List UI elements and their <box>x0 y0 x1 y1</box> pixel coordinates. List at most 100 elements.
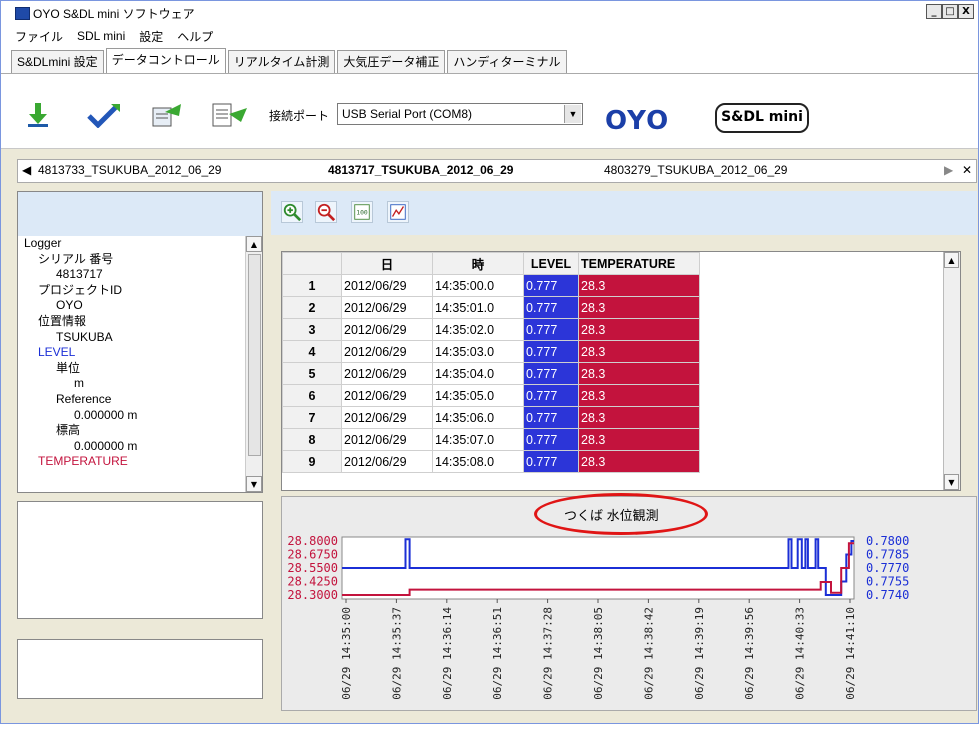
tree-item-temperature[interactable]: TEMPERATURE <box>24 454 137 470</box>
tab-realtime[interactable]: リアルタイム計測 <box>227 50 336 73</box>
minimize-button[interactable]: _ <box>926 4 942 19</box>
row-number[interactable]: 7 <box>282 406 342 429</box>
cell-level[interactable]: 0.777 <box>523 406 579 429</box>
tree-item[interactable]: m <box>24 376 137 392</box>
cell-date[interactable]: 2012/06/29 <box>341 274 433 297</box>
chevron-down-icon[interactable]: ▼ <box>564 105 581 123</box>
cell-time[interactable]: 14:35:01.0 <box>432 296 524 319</box>
tree-item-level[interactable]: LEVEL <box>24 345 137 361</box>
tree-item[interactable]: プロジェクトID <box>24 283 137 299</box>
cell-date[interactable]: 2012/06/29 <box>341 362 433 385</box>
row-number[interactable]: 6 <box>282 384 342 407</box>
row-number[interactable]: 3 <box>282 318 342 341</box>
file-tab-3[interactable]: 4803279_TSUKUBA_2012_06_29 <box>604 163 787 177</box>
cell-date[interactable]: 2012/06/29 <box>341 340 433 363</box>
table-row[interactable]: 7 2012/06/29 14:35:06.0 0.777 28.3 <box>282 406 700 429</box>
tree-item[interactable]: 0.000000 m <box>24 439 137 455</box>
tab-handy-terminal[interactable]: ハンディターミナル <box>447 50 567 73</box>
column-header-level[interactable]: LEVEL <box>523 252 579 275</box>
grid-scrollbar[interactable]: ▲ ▼ <box>943 252 960 490</box>
cell-temperature[interactable]: 28.3 <box>578 428 700 451</box>
tree-item[interactable]: TSUKUBA <box>24 330 137 346</box>
cell-time[interactable]: 14:35:03.0 <box>432 340 524 363</box>
scroll-up-icon[interactable]: ▲ <box>944 252 959 268</box>
export-icon[interactable] <box>211 102 251 128</box>
row-number[interactable]: 1 <box>282 274 342 297</box>
zoom-out-icon[interactable] <box>315 201 337 223</box>
cell-level[interactable]: 0.777 <box>523 450 579 473</box>
tab-scroll-left-icon[interactable]: ◀ <box>22 163 31 177</box>
file-tab-1[interactable]: 4813733_TSUKUBA_2012_06_29 <box>38 163 221 177</box>
table-row[interactable]: 3 2012/06/29 14:35:02.0 0.777 28.3 <box>282 318 700 341</box>
table-row[interactable]: 8 2012/06/29 14:35:07.0 0.777 28.3 <box>282 428 700 451</box>
cell-temperature[interactable]: 28.3 <box>578 450 700 473</box>
table-row[interactable]: 2 2012/06/29 14:35:01.0 0.777 28.3 <box>282 296 700 319</box>
zoom-100-icon[interactable]: 100 <box>351 201 373 223</box>
cell-level[interactable]: 0.777 <box>523 428 579 451</box>
check-arrow-icon[interactable] <box>87 102 121 128</box>
column-header-temperature[interactable]: TEMPERATURE <box>578 252 700 275</box>
cell-date[interactable]: 2012/06/29 <box>341 296 433 319</box>
table-row[interactable]: 9 2012/06/29 14:35:08.0 0.777 28.3 <box>282 450 700 473</box>
cell-time[interactable]: 14:35:08.0 <box>432 450 524 473</box>
tree-item[interactable]: 単位 <box>24 361 137 377</box>
cell-time[interactable]: 14:35:02.0 <box>432 318 524 341</box>
scroll-up-icon[interactable]: ▲ <box>246 236 262 252</box>
tree-item[interactable]: Logger <box>24 236 137 252</box>
tab-sdlmini-settings[interactable]: S&DLmini 設定 <box>11 50 104 73</box>
cell-date[interactable]: 2012/06/29 <box>341 318 433 341</box>
cell-time[interactable]: 14:35:07.0 <box>432 428 524 451</box>
scroll-down-icon[interactable]: ▼ <box>944 474 959 490</box>
cell-temperature[interactable]: 28.3 <box>578 384 700 407</box>
cell-level[interactable]: 0.777 <box>523 340 579 363</box>
download-icon[interactable] <box>25 102 51 128</box>
zoom-in-icon[interactable] <box>281 201 303 223</box>
tree-item[interactable]: 0.000000 m <box>24 408 137 424</box>
row-number[interactable]: 8 <box>282 428 342 451</box>
cell-date[interactable]: 2012/06/29 <box>341 450 433 473</box>
tab-close-icon[interactable]: ✕ <box>962 163 972 177</box>
column-header-time[interactable]: 時 <box>432 252 524 275</box>
row-number[interactable]: 9 <box>282 450 342 473</box>
row-number[interactable]: 4 <box>282 340 342 363</box>
row-number[interactable]: 2 <box>282 296 342 319</box>
scroll-down-icon[interactable]: ▼ <box>246 476 262 492</box>
table-row[interactable]: 4 2012/06/29 14:35:03.0 0.777 28.3 <box>282 340 700 363</box>
tab-scroll-right-icon[interactable]: ▶ <box>944 163 953 177</box>
cell-time[interactable]: 14:35:06.0 <box>432 406 524 429</box>
cell-temperature[interactable]: 28.3 <box>578 318 700 341</box>
row-number[interactable]: 5 <box>282 362 342 385</box>
port-select[interactable]: USB Serial Port (COM8) ▼ <box>337 103 583 125</box>
menu-sdl-mini[interactable]: SDL mini <box>77 29 125 43</box>
import-icon[interactable] <box>151 102 185 128</box>
cell-temperature[interactable]: 28.3 <box>578 406 700 429</box>
cell-temperature[interactable]: 28.3 <box>578 340 700 363</box>
cell-level[interactable]: 0.777 <box>523 384 579 407</box>
graph-icon[interactable] <box>387 201 409 223</box>
table-row[interactable]: 1 2012/06/29 14:35:00.0 0.777 28.3 <box>282 274 700 297</box>
cell-level[interactable]: 0.777 <box>523 362 579 385</box>
cell-level[interactable]: 0.777 <box>523 318 579 341</box>
tree-item[interactable]: OYO <box>24 298 137 314</box>
cell-level[interactable]: 0.777 <box>523 296 579 319</box>
cell-temperature[interactable]: 28.3 <box>578 362 700 385</box>
tab-pressure-correction[interactable]: 大気圧データ補正 <box>337 50 446 73</box>
menu-file[interactable]: ファイル <box>15 28 63 45</box>
tree-item[interactable]: Reference <box>24 392 137 408</box>
table-row[interactable]: 6 2012/06/29 14:35:05.0 0.777 28.3 <box>282 384 700 407</box>
tree-item[interactable]: シリアル 番号 <box>24 252 137 268</box>
cell-time[interactable]: 14:35:00.0 <box>432 274 524 297</box>
maximize-button[interactable]: □ <box>942 4 958 19</box>
cell-temperature[interactable]: 28.3 <box>578 274 700 297</box>
tree-item[interactable]: 標高 <box>24 423 137 439</box>
cell-date[interactable]: 2012/06/29 <box>341 384 433 407</box>
menu-help[interactable]: ヘルプ <box>177 28 213 45</box>
menu-settings[interactable]: 設定 <box>139 28 163 45</box>
cell-date[interactable]: 2012/06/29 <box>341 428 433 451</box>
file-tab-2[interactable]: 4813717_TSUKUBA_2012_06_29 <box>328 163 513 177</box>
tree-item[interactable]: 4813717 <box>24 267 137 283</box>
cell-time[interactable]: 14:35:05.0 <box>432 384 524 407</box>
cell-time[interactable]: 14:35:04.0 <box>432 362 524 385</box>
cell-temperature[interactable]: 28.3 <box>578 296 700 319</box>
cell-level[interactable]: 0.777 <box>523 274 579 297</box>
